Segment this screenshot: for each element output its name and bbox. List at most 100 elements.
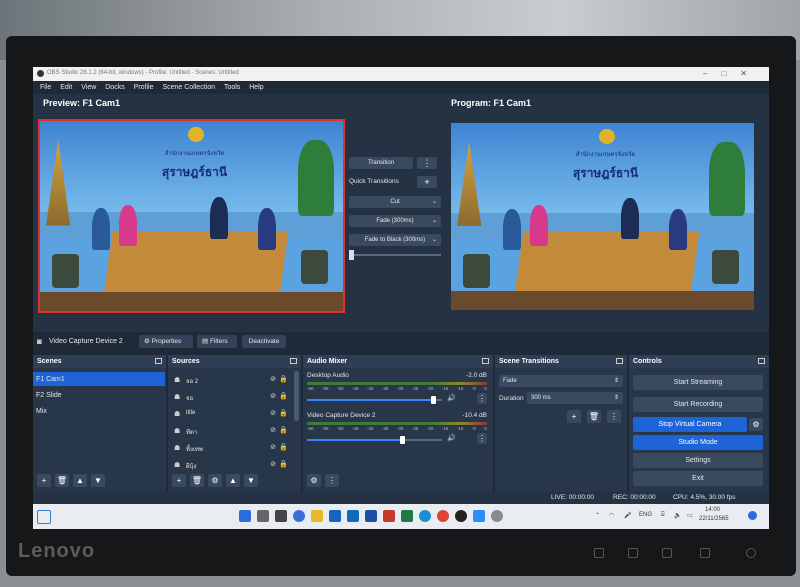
visibility-icon[interactable]: ⊘: [270, 443, 276, 451]
monitor-input-button[interactable]: [594, 548, 604, 558]
source-item[interactable]: ☗ ผีบุ้ง ⊘ 🔒: [172, 458, 290, 472]
start-streaming-button[interactable]: Start Streaming: [633, 375, 763, 390]
source-item[interactable]: ☗ จอ ⊘ 🔒: [172, 390, 290, 404]
virtual-camera-settings-icon[interactable]: ⚙: [749, 418, 763, 431]
file-explorer-icon[interactable]: [311, 510, 323, 522]
studio-mode-button[interactable]: Studio Mode: [633, 435, 763, 450]
edge-icon[interactable]: [419, 510, 431, 522]
add-source-icon[interactable]: +: [172, 474, 186, 487]
mixer-settings-icon[interactable]: ⚙: [307, 474, 321, 487]
menu-help[interactable]: Help: [249, 84, 263, 91]
source-item[interactable]: ☗ จอ 2 ⊘ 🔒: [172, 373, 290, 387]
menu-file[interactable]: File: [40, 84, 51, 91]
scene-item[interactable]: Mix: [33, 404, 165, 418]
channel-menu-icon[interactable]: ⋮: [477, 433, 487, 444]
remove-transition-icon[interactable]: 🗑: [587, 410, 601, 423]
volume-slider[interactable]: [307, 396, 442, 404]
source-properties-icon[interactable]: ⚙: [208, 474, 222, 487]
preview-canvas[interactable]: สำนักงานเกษตรจังหวัด สุราษฎร์ธานี: [38, 119, 345, 313]
lock-icon[interactable]: 🔒: [279, 426, 288, 434]
visibility-icon[interactable]: ⊘: [270, 409, 276, 417]
quick-transition-cut[interactable]: Cut ⌄: [349, 196, 441, 208]
monitor-menu-button[interactable]: [628, 548, 638, 558]
power-icon[interactable]: [746, 548, 756, 558]
visibility-icon[interactable]: ⊘: [270, 426, 276, 434]
channel-menu-icon[interactable]: ⋮: [477, 393, 487, 404]
quick-transition-fade-black[interactable]: Fade to Black (300ms) ⌄: [349, 234, 441, 246]
volume-icon[interactable]: 🔈: [674, 512, 681, 519]
menu-view[interactable]: View: [81, 84, 96, 91]
exit-button[interactable]: Exit: [633, 471, 763, 486]
chat-icon[interactable]: [293, 510, 305, 522]
transition-select[interactable]: Fade ⇕: [499, 375, 623, 387]
menu-profile[interactable]: Profile: [134, 84, 154, 91]
widgets-icon[interactable]: [37, 510, 51, 524]
filters-button[interactable]: ▤ Filters: [197, 335, 237, 348]
undock-icon[interactable]: [758, 358, 765, 364]
undock-icon[interactable]: [616, 358, 623, 364]
mic-icon[interactable]: 🎤: [624, 512, 631, 519]
lock-icon[interactable]: 🔒: [279, 460, 288, 468]
undock-icon[interactable]: [290, 358, 297, 364]
volume-knob[interactable]: [399, 436, 405, 444]
deactivate-button[interactable]: Deactivate: [242, 335, 286, 348]
properties-button[interactable]: ⚙ Properties: [139, 335, 193, 348]
lock-icon[interactable]: 🔒: [279, 409, 288, 417]
source-up-icon[interactable]: ▲: [226, 474, 240, 487]
source-item[interactable]: ☗ title ⊘ 🔒: [172, 407, 290, 421]
notification-icon[interactable]: [748, 511, 757, 520]
menu-scene-collection[interactable]: Scene Collection: [162, 84, 215, 91]
visibility-icon[interactable]: ⊘: [270, 375, 276, 383]
remove-scene-icon[interactable]: 🗑: [55, 474, 69, 487]
remove-source-icon[interactable]: 🗑: [190, 474, 204, 487]
undock-icon[interactable]: [155, 358, 162, 364]
t-bar-slider[interactable]: [349, 250, 441, 260]
volume-slider[interactable]: [307, 436, 442, 444]
menu-edit[interactable]: Edit: [60, 84, 72, 91]
powerpoint-icon[interactable]: [383, 510, 395, 522]
start-recording-button[interactable]: Start Recording: [633, 397, 763, 412]
volume-knob[interactable]: [430, 396, 436, 404]
start-icon[interactable]: [239, 510, 251, 522]
lock-icon[interactable]: 🔒: [279, 392, 288, 400]
scene-up-icon[interactable]: ▲: [73, 474, 87, 487]
clock-time[interactable]: 14:00: [705, 507, 720, 513]
network-icon[interactable]: ⌸: [661, 512, 665, 519]
obs-taskbar-icon[interactable]: [455, 510, 467, 522]
speaker-icon[interactable]: 🔊: [447, 394, 456, 402]
monitor-down-button[interactable]: [662, 548, 672, 558]
excel-icon[interactable]: [401, 510, 413, 522]
source-item[interactable]: ☗ ทิ้งเทพ ⊘ 🔒: [172, 441, 290, 455]
source-item[interactable]: ☗ ทีดา ⊘ 🔒: [172, 424, 290, 438]
window-buttons[interactable]: –□✕: [703, 69, 761, 78]
search-icon[interactable]: [257, 510, 269, 522]
stop-virtual-camera-button[interactable]: Stop Virtual Camera: [633, 417, 747, 432]
source-down-icon[interactable]: ▼: [244, 474, 258, 487]
wifi-icon[interactable]: ◠: [609, 512, 614, 519]
settings-button[interactable]: Settings: [633, 453, 763, 468]
menu-tools[interactable]: Tools: [224, 84, 240, 91]
chrome-icon[interactable]: [437, 510, 449, 522]
add-transition-icon[interactable]: +: [567, 410, 581, 423]
lock-icon[interactable]: 🔒: [279, 375, 288, 383]
transition-button[interactable]: Transition: [349, 157, 413, 169]
quick-transition-fade[interactable]: Fade (300ms) ⌄: [349, 215, 441, 227]
t-bar-knob[interactable]: [349, 250, 354, 260]
add-quick-transition-icon[interactable]: +: [417, 176, 437, 188]
visibility-icon[interactable]: ⊘: [270, 392, 276, 400]
mixer-menu-icon[interactable]: ⋮: [325, 474, 339, 487]
word-icon[interactable]: [365, 510, 377, 522]
clock-date[interactable]: 22/11/2565: [699, 516, 729, 522]
mail-icon[interactable]: [347, 510, 359, 522]
tray-chevron-icon[interactable]: ⌃: [595, 512, 600, 519]
speaker-icon[interactable]: 🔊: [447, 434, 456, 442]
transition-menu-icon[interactable]: ⋮: [607, 410, 621, 423]
menu-docks[interactable]: Docks: [105, 84, 124, 91]
zoom-icon[interactable]: [473, 510, 485, 522]
transition-menu-icon[interactable]: ⋮: [417, 157, 437, 169]
scene-item[interactable]: F1 Cam1: [33, 372, 165, 386]
undock-icon[interactable]: [482, 358, 489, 364]
task-view-icon[interactable]: [275, 510, 287, 522]
visibility-icon[interactable]: ⊘: [270, 460, 276, 468]
scene-down-icon[interactable]: ▼: [91, 474, 105, 487]
